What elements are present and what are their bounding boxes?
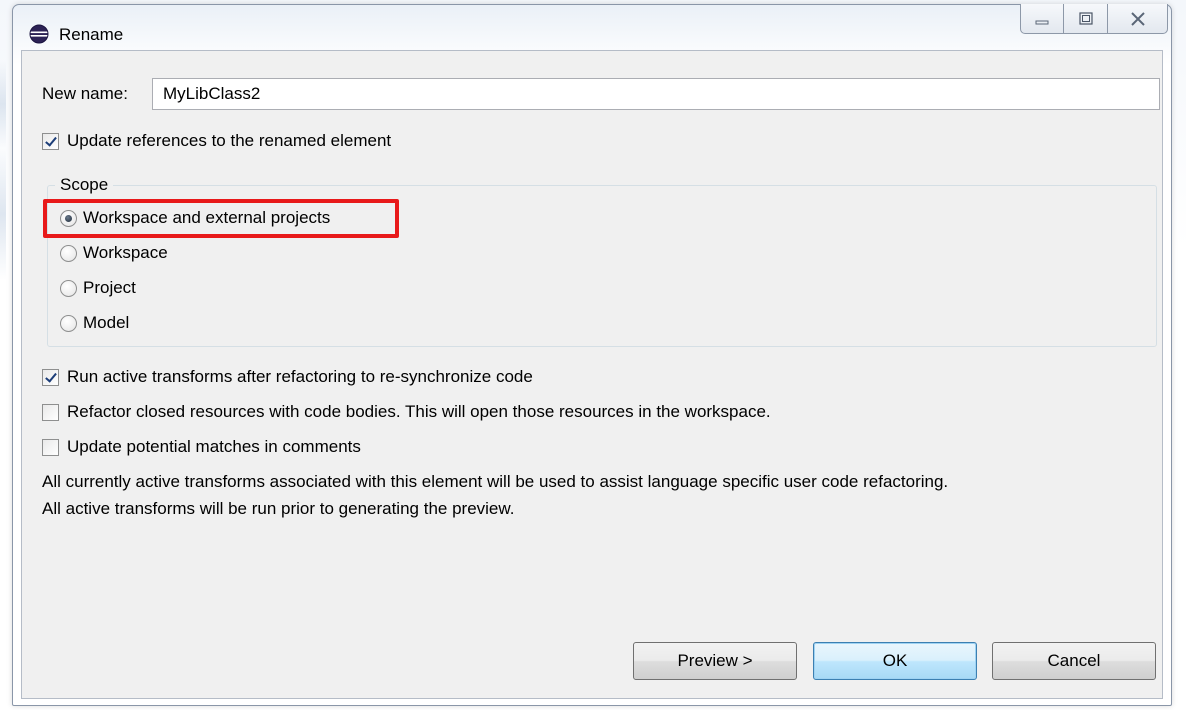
run-transforms-checkbox[interactable] xyxy=(42,368,59,386)
close-button[interactable] xyxy=(1108,4,1168,34)
scope-group-title: Scope xyxy=(55,175,114,195)
scope-option-label: Project xyxy=(83,278,136,297)
ok-button[interactable]: OK xyxy=(813,642,977,680)
scope-option-label: Model xyxy=(83,313,130,332)
run-transforms-label: Run active transforms after refactoring … xyxy=(67,367,533,386)
scope-option-model[interactable]: Model xyxy=(60,311,129,335)
minimize-icon xyxy=(1035,20,1049,24)
update-comments-label: Update potential matches in comments xyxy=(67,437,361,456)
rename-dialog: Rename New name: MyLibClass2 Update refe… xyxy=(12,4,1172,706)
preview-button[interactable]: Preview > xyxy=(633,642,797,680)
scope-radio-project[interactable] xyxy=(60,279,77,297)
update-references-checkbox[interactable] xyxy=(42,132,59,150)
cancel-button[interactable]: Cancel xyxy=(992,642,1156,680)
new-name-input[interactable]: MyLibClass2 xyxy=(152,78,1160,110)
maximize-icon xyxy=(1078,11,1093,25)
scope-option-workspace[interactable]: Workspace xyxy=(60,241,168,265)
highlight-annotation xyxy=(43,199,399,238)
update-comments-option[interactable]: Update potential matches in comments xyxy=(42,435,361,459)
new-name-label: New name: xyxy=(42,84,128,103)
update-comments-checkbox[interactable] xyxy=(42,438,59,456)
window-controls xyxy=(1020,4,1168,34)
refactor-closed-resources-option[interactable]: Refactor closed resources with code bodi… xyxy=(42,400,771,424)
update-references-option[interactable]: Update references to the renamed element xyxy=(42,129,391,153)
eclipse-app-icon xyxy=(29,24,49,44)
refactor-closed-resources-label: Refactor closed resources with code bodi… xyxy=(67,402,771,421)
update-references-label: Update references to the renamed element xyxy=(67,131,392,150)
minimize-button[interactable] xyxy=(1020,4,1064,34)
run-transforms-option[interactable]: Run active transforms after refactoring … xyxy=(42,365,533,389)
scope-radio-workspace[interactable] xyxy=(60,244,77,262)
title-bar[interactable]: Rename xyxy=(13,4,1171,47)
background-edge xyxy=(0,60,6,280)
scope-option-project[interactable]: Project xyxy=(60,276,136,300)
dialog-content: New name: MyLibClass2 Update references … xyxy=(21,50,1163,699)
info-text-line-2: All active transforms will be run prior … xyxy=(42,499,515,518)
maximize-button[interactable] xyxy=(1064,4,1108,34)
refactor-closed-resources-checkbox[interactable] xyxy=(42,403,59,421)
window-title: Rename xyxy=(59,25,124,44)
close-icon xyxy=(1130,11,1145,26)
scope-option-label: Workspace xyxy=(83,243,168,262)
info-text-line-1: All currently active transforms associat… xyxy=(42,472,949,491)
scope-radio-model[interactable] xyxy=(60,314,77,332)
